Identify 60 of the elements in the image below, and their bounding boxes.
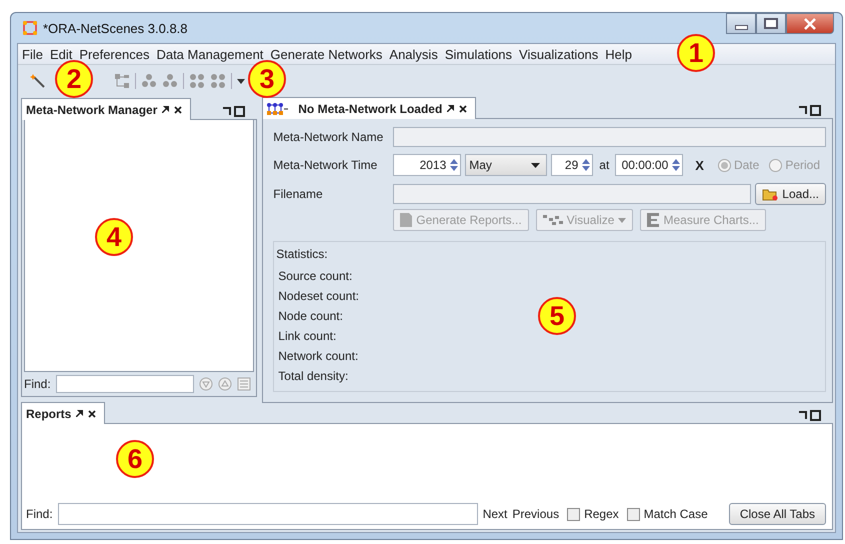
window-title: *ORA-NetScenes 3.0.8.8 bbox=[43, 20, 188, 36]
year-spinner[interactable]: 2013 bbox=[393, 154, 462, 176]
day-spinner[interactable]: 29 bbox=[551, 154, 594, 176]
filename-field[interactable] bbox=[393, 184, 752, 204]
find-field[interactable] bbox=[56, 375, 194, 393]
find-label: Find: bbox=[26, 507, 53, 521]
month-dropdown[interactable]: May bbox=[465, 154, 548, 176]
statistic-label: Network count: bbox=[278, 349, 358, 363]
app-logo-icon bbox=[23, 21, 37, 35]
menu-item[interactable]: Edit bbox=[50, 46, 72, 62]
time-spinner[interactable]: 00:00:00 bbox=[615, 154, 684, 176]
caret-icon[interactable] bbox=[237, 78, 245, 84]
menu-item[interactable]: File bbox=[22, 46, 43, 62]
close-all-tabs-button[interactable]: Close All Tabs bbox=[728, 503, 826, 525]
nodes-icon[interactable] bbox=[210, 73, 226, 89]
close-button[interactable] bbox=[786, 13, 834, 34]
next-link[interactable]: Next bbox=[482, 507, 508, 521]
caret-icon bbox=[618, 218, 626, 222]
menu-item[interactable]: Visualizations bbox=[519, 46, 598, 62]
statistic-label: Total density: bbox=[278, 369, 348, 383]
find-label: Find: bbox=[24, 377, 51, 391]
clear-button[interactable]: X bbox=[687, 158, 714, 172]
statistics-title: Statistics: bbox=[276, 247, 329, 261]
panel-tab[interactable]: Reports bbox=[21, 402, 106, 424]
menu-item[interactable]: Preferences bbox=[79, 46, 150, 62]
at-label: at bbox=[598, 158, 610, 172]
menu-item[interactable]: Generate Networks bbox=[270, 46, 382, 62]
statistic-label: Nodeset count: bbox=[278, 289, 359, 303]
statistic-label: Source count: bbox=[278, 269, 352, 283]
checkbox-option[interactable]: Match Case bbox=[626, 507, 708, 521]
name-label: Meta-Network Name bbox=[273, 130, 384, 144]
caret-icon bbox=[531, 162, 540, 168]
maximize-button[interactable] bbox=[756, 13, 786, 34]
close-icon[interactable] bbox=[174, 106, 182, 114]
statistic-label: Node count: bbox=[278, 309, 343, 323]
chart-icon bbox=[647, 213, 660, 227]
panel-tab[interactable]: No Meta-Network Loaded bbox=[262, 97, 476, 119]
statistic-label: Link count: bbox=[278, 329, 336, 343]
menu-item[interactable]: Help bbox=[605, 46, 632, 62]
document-icon bbox=[400, 213, 412, 227]
name-field[interactable] bbox=[393, 127, 826, 147]
menu-item[interactable]: Simulations bbox=[444, 46, 512, 62]
filename-label: Filename bbox=[273, 187, 324, 201]
dots-icon bbox=[542, 215, 563, 225]
checkbox-option[interactable]: Regex bbox=[567, 507, 619, 521]
load-button[interactable]: Load... bbox=[755, 183, 826, 205]
time-label: Meta-Network Time bbox=[273, 158, 378, 172]
nodes-icon[interactable] bbox=[189, 73, 205, 89]
magic-wand-icon[interactable] bbox=[30, 73, 46, 89]
previous-link[interactable]: Previous bbox=[512, 507, 560, 521]
close-icon bbox=[803, 18, 817, 30]
menu-item[interactable]: Data Management bbox=[156, 46, 264, 62]
find-field[interactable] bbox=[58, 503, 478, 525]
menu-item[interactable]: Analysis bbox=[389, 46, 438, 62]
close-icon[interactable] bbox=[88, 410, 96, 418]
minimize-button[interactable] bbox=[726, 13, 756, 34]
close-icon[interactable] bbox=[459, 104, 468, 112]
folder-icon bbox=[762, 187, 778, 201]
network-icon bbox=[267, 102, 290, 114]
panel-tab[interactable]: Meta-Network Manager bbox=[21, 98, 192, 120]
